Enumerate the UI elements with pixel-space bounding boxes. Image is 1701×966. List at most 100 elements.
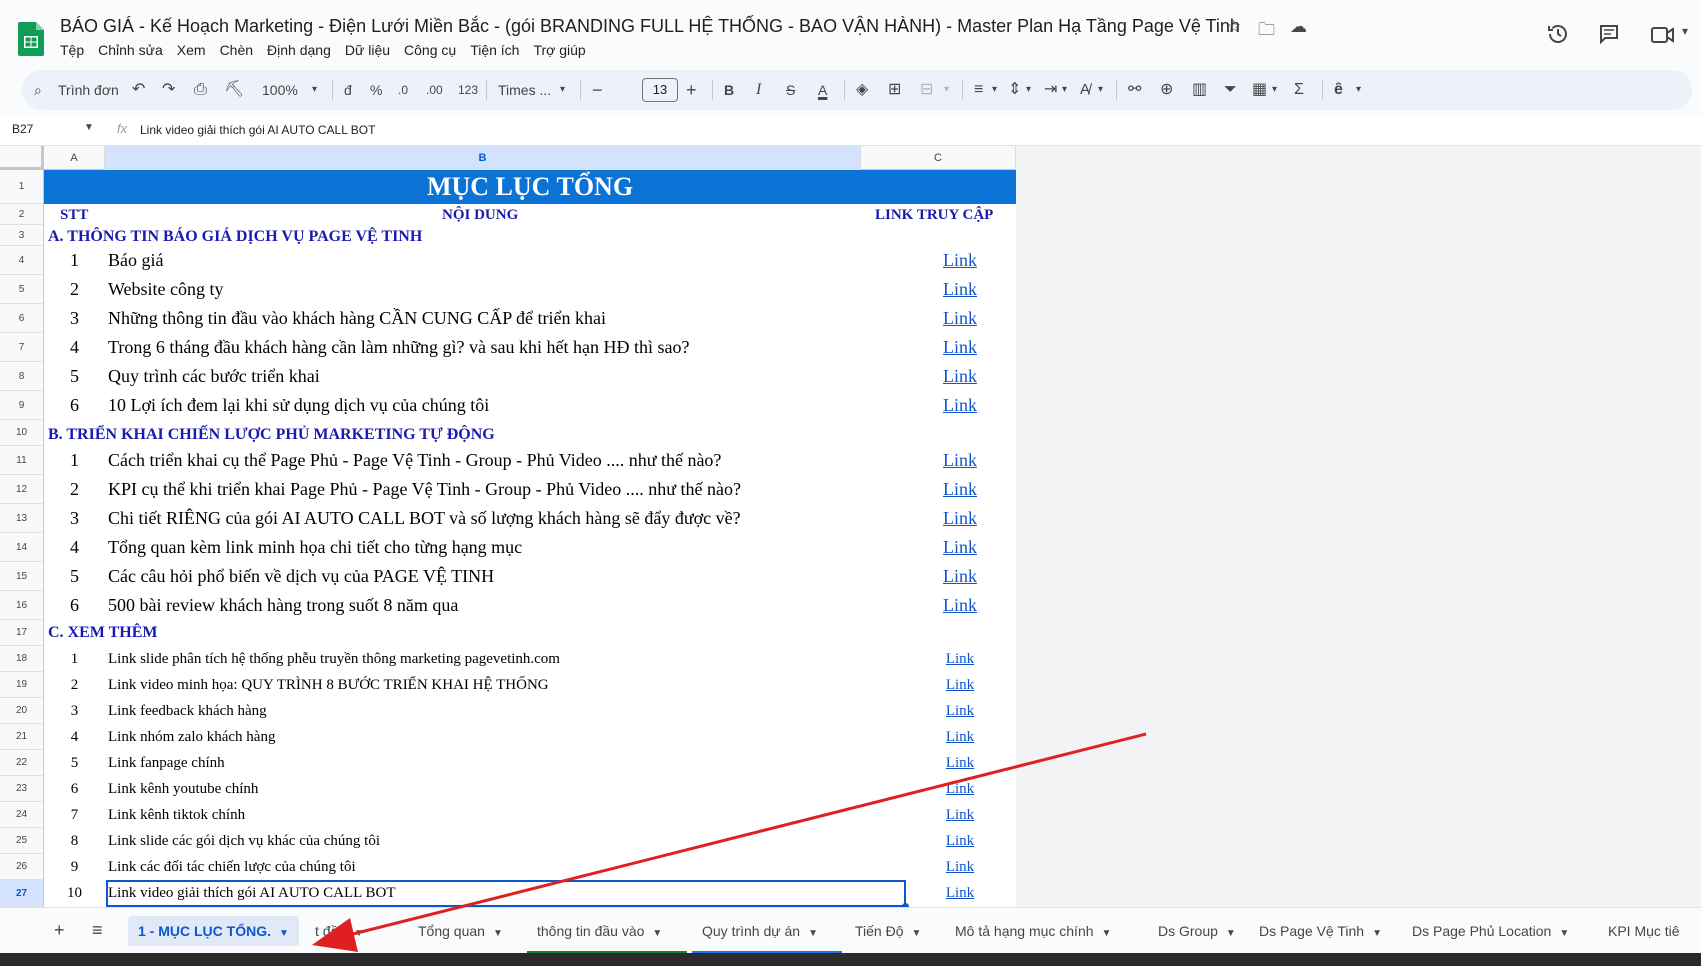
row-number-cell[interactable]: 5: [44, 362, 105, 391]
header-stt[interactable]: STT: [60, 207, 88, 224]
row-content-cell[interactable]: Link video minh họa: QUY TRÌNH 8 BƯỚC TR…: [108, 672, 898, 698]
tab-menu-chevron-icon[interactable]: ▼: [1559, 928, 1569, 939]
row-header-27[interactable]: 27: [0, 880, 44, 907]
row-header-8[interactable]: 8: [0, 362, 44, 391]
meet-call-icon[interactable]: [1650, 24, 1676, 46]
sheet-tab-3[interactable]: Tổng quan ▼: [408, 916, 513, 946]
font-size-decrease-button[interactable]: −: [592, 70, 603, 110]
sheet-tab-7[interactable]: Mô tả hạng mục chính ▼: [945, 916, 1121, 946]
text-rotation-icon[interactable]: A̸: [1080, 70, 1090, 110]
row-link[interactable]: Link: [904, 333, 1016, 362]
input-tools-icon[interactable]: ȇ: [1334, 70, 1343, 110]
move-folder-icon[interactable]: 🗀: [1258, 17, 1275, 46]
menu-tools[interactable]: Công cụ: [404, 42, 466, 58]
row-link[interactable]: Link: [904, 724, 1016, 750]
undo-icon[interactable]: ↶: [132, 70, 145, 110]
sheets-logo-icon[interactable]: [18, 22, 44, 56]
row-content-cell[interactable]: Link các đối tác chiến lược của chúng tô…: [108, 854, 898, 880]
row-header-16[interactable]: 16: [0, 591, 44, 620]
all-sheets-icon[interactable]: ≡: [92, 920, 103, 941]
row-number-cell[interactable]: 4: [44, 533, 105, 562]
row-link[interactable]: Link: [904, 246, 1016, 275]
decrease-decimal-button[interactable]: .0: [398, 70, 408, 110]
row-header-14[interactable]: 14: [0, 533, 44, 562]
version-history-icon[interactable]: [1546, 22, 1570, 46]
fill-color-icon[interactable]: ◈: [856, 70, 868, 110]
row-header-12[interactable]: 12: [0, 475, 44, 504]
redo-icon[interactable]: ↷: [162, 70, 175, 110]
zoom-select[interactable]: 100%: [262, 70, 298, 110]
tab-menu-chevron-icon[interactable]: ▼: [493, 928, 503, 939]
merge-chevron-icon[interactable]: ▾: [944, 70, 949, 110]
italic-icon[interactable]: I: [756, 70, 761, 110]
input-tools-chevron-icon[interactable]: ▾: [1356, 70, 1361, 110]
row-number-cell[interactable]: 6: [44, 591, 105, 620]
row-link[interactable]: Link: [904, 591, 1016, 620]
comments-icon[interactable]: [1597, 22, 1621, 46]
row-header-20[interactable]: 20: [0, 698, 44, 724]
row-number-cell[interactable]: 6: [44, 776, 105, 802]
row-link[interactable]: Link: [904, 391, 1016, 420]
row-number-cell[interactable]: 2: [44, 475, 105, 504]
font-family-select[interactable]: Times ...: [498, 70, 551, 110]
sheet-tab-8[interactable]: Ds Group ▼: [1148, 916, 1246, 946]
row-header-22[interactable]: 22: [0, 750, 44, 776]
row-link[interactable]: Link: [904, 504, 1016, 533]
row-number-cell[interactable]: 2: [44, 672, 105, 698]
row-header-18[interactable]: 18: [0, 646, 44, 672]
filter-views-icon[interactable]: ▦: [1252, 70, 1267, 110]
row-link[interactable]: Link: [904, 533, 1016, 562]
row-number-cell[interactable]: 4: [44, 724, 105, 750]
vertical-align-icon[interactable]: ⇕: [1008, 70, 1021, 110]
row-link[interactable]: Link: [904, 362, 1016, 391]
menu-file[interactable]: Tệp: [60, 42, 94, 58]
row-number-cell[interactable]: 4: [44, 333, 105, 362]
sheet-tab-9[interactable]: Ds Page Vệ Tinh ▼: [1249, 916, 1392, 946]
tab-menu-chevron-icon[interactable]: ▼: [1226, 928, 1236, 939]
number-format-button[interactable]: 123: [458, 70, 478, 110]
tab-menu-chevron-icon[interactable]: ▼: [279, 928, 289, 939]
row-content-cell[interactable]: Link slide phân tích hệ thống phễu truyề…: [108, 646, 898, 672]
star-icon[interactable]: ☆: [1226, 17, 1241, 37]
tab-menu-chevron-icon[interactable]: ▼: [808, 928, 818, 939]
row-number-cell[interactable]: 1: [44, 246, 105, 275]
row-header-11[interactable]: 11: [0, 446, 44, 475]
row-header-1[interactable]: 1: [0, 170, 44, 204]
zoom-chevron-icon[interactable]: ▾: [312, 70, 317, 110]
row-link[interactable]: Link: [904, 750, 1016, 776]
menu-view[interactable]: Xem: [177, 42, 216, 58]
row-content-cell[interactable]: KPI cụ thể khi triển khai Page Phủ - Pag…: [108, 475, 898, 504]
row-content-cell[interactable]: Chi tiết RIÊNG của gói AI AUTO CALL BOT …: [108, 504, 898, 533]
row-content-cell[interactable]: Tổng quan kèm link minh họa chi tiết cho…: [108, 533, 898, 562]
tab-menu-chevron-icon[interactable]: ▼: [912, 928, 922, 939]
row-header-17[interactable]: 17: [0, 620, 44, 646]
name-box-chevron-icon[interactable]: ▼: [84, 122, 94, 133]
row-link[interactable]: Link: [904, 854, 1016, 880]
row-link[interactable]: Link: [904, 698, 1016, 724]
row-header-19[interactable]: 19: [0, 672, 44, 698]
insert-chart-icon[interactable]: ▥: [1192, 70, 1207, 110]
row-content-cell[interactable]: Cách triển khai cụ thể Page Phủ - Page V…: [108, 446, 898, 475]
menu-format[interactable]: Định dạng: [267, 42, 341, 58]
row-header-13[interactable]: 13: [0, 504, 44, 533]
insert-comment-icon[interactable]: ⊕: [1160, 70, 1173, 110]
row-link[interactable]: Link: [904, 802, 1016, 828]
row-content-cell[interactable]: Link nhóm zalo khách hàng: [108, 724, 898, 750]
menu-edit[interactable]: Chỉnh sửa: [98, 42, 173, 58]
sheet-tab-11[interactable]: KPI Mục tiê: [1598, 916, 1690, 946]
tab-menu-chevron-icon[interactable]: ▼: [1372, 928, 1382, 939]
banner-title[interactable]: MỤC LỤC TỔNG: [44, 170, 1016, 204]
row-link[interactable]: Link: [904, 562, 1016, 591]
menu-search-label[interactable]: Trình đơn: [58, 70, 119, 110]
row-number-cell[interactable]: 1: [44, 446, 105, 475]
meet-dropdown-icon[interactable]: ▾: [1682, 24, 1688, 38]
functions-icon[interactable]: Σ: [1294, 70, 1304, 110]
font-chevron-icon[interactable]: ▾: [560, 70, 565, 110]
horizontal-align-icon[interactable]: ≡: [974, 70, 983, 110]
row-header-23[interactable]: 23: [0, 776, 44, 802]
row-header-26[interactable]: 26: [0, 854, 44, 880]
row-content-cell[interactable]: Link fanpage chính: [108, 750, 898, 776]
sheet-tab-4[interactable]: thông tin đầu vào ▼: [527, 916, 672, 946]
row-header-15[interactable]: 15: [0, 562, 44, 591]
cloud-status-icon[interactable]: ☁: [1290, 17, 1307, 37]
